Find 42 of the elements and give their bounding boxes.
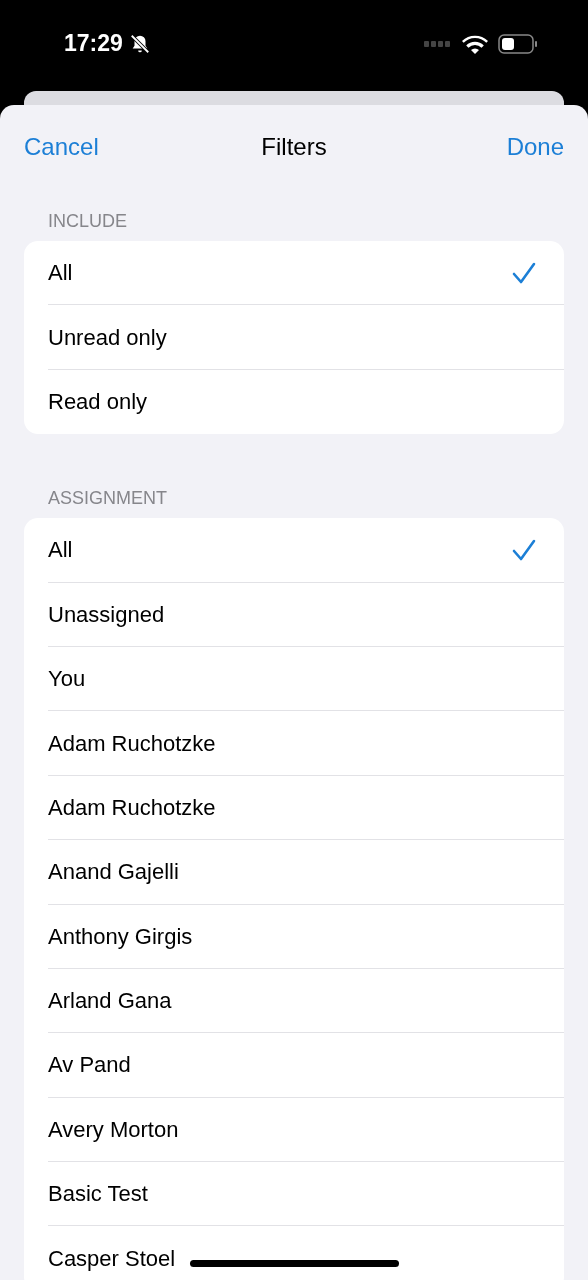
option-label: Anand Gajelli	[48, 859, 179, 886]
option-row[interactable]: Adam Ruchotzke	[24, 711, 564, 776]
option-label: Unread only	[48, 324, 167, 351]
status-time: 17:29	[64, 30, 123, 57]
option-label: Anthony Girgis	[48, 923, 193, 950]
option-row[interactable]: Arland Gana	[24, 968, 564, 1034]
option-label: Av Pand	[48, 1052, 131, 1079]
option-row[interactable]: Unread only	[24, 305, 564, 370]
option-row[interactable]: All	[24, 518, 564, 583]
sheet-title: Filters	[261, 133, 327, 161]
option-label: Arland Gana	[48, 988, 172, 1015]
battery-icon	[498, 33, 538, 54]
option-row[interactable]: Basic Test	[24, 1162, 564, 1227]
checkmark-icon	[512, 261, 536, 286]
option-label: Basic Test	[48, 1181, 148, 1208]
wifi-icon	[462, 33, 488, 54]
option-row[interactable]: Av Pand	[24, 1033, 564, 1098]
cancel-button[interactable]: Cancel	[24, 133, 114, 161]
section-header: INCLUDE	[48, 211, 128, 232]
section-header: ASSIGNMENT	[48, 488, 168, 510]
option-label: Unassigned	[48, 601, 165, 628]
option-label: Avery Morton	[48, 1116, 179, 1143]
option-row[interactable]: Read only	[24, 369, 564, 435]
muted-bell-icon	[128, 32, 151, 55]
option-row[interactable]: Anand Gajelli	[24, 840, 564, 905]
option-row[interactable]: Casper Stoel	[24, 1226, 564, 1280]
option-label: Adam Ruchotzke	[48, 730, 216, 757]
signal-icon	[424, 40, 452, 47]
option-row[interactable]: You	[24, 646, 564, 712]
done-button[interactable]: Done	[474, 133, 564, 161]
option-label: You	[48, 666, 86, 693]
option-row[interactable]: Avery Morton	[24, 1097, 564, 1163]
option-row[interactable]: Adam Ruchotzke	[24, 775, 564, 841]
option-row[interactable]: Anthony Girgis	[24, 904, 564, 969]
option-label: Casper Stoel	[48, 1245, 176, 1272]
option-label: Read only	[48, 388, 148, 415]
checkmark-icon	[512, 538, 536, 563]
option-label: All	[48, 537, 73, 564]
option-row[interactable]: All	[24, 241, 564, 306]
option-label: Adam Ruchotzke	[48, 794, 216, 821]
option-label: All	[48, 260, 73, 287]
option-row[interactable]: Unassigned	[24, 582, 564, 647]
